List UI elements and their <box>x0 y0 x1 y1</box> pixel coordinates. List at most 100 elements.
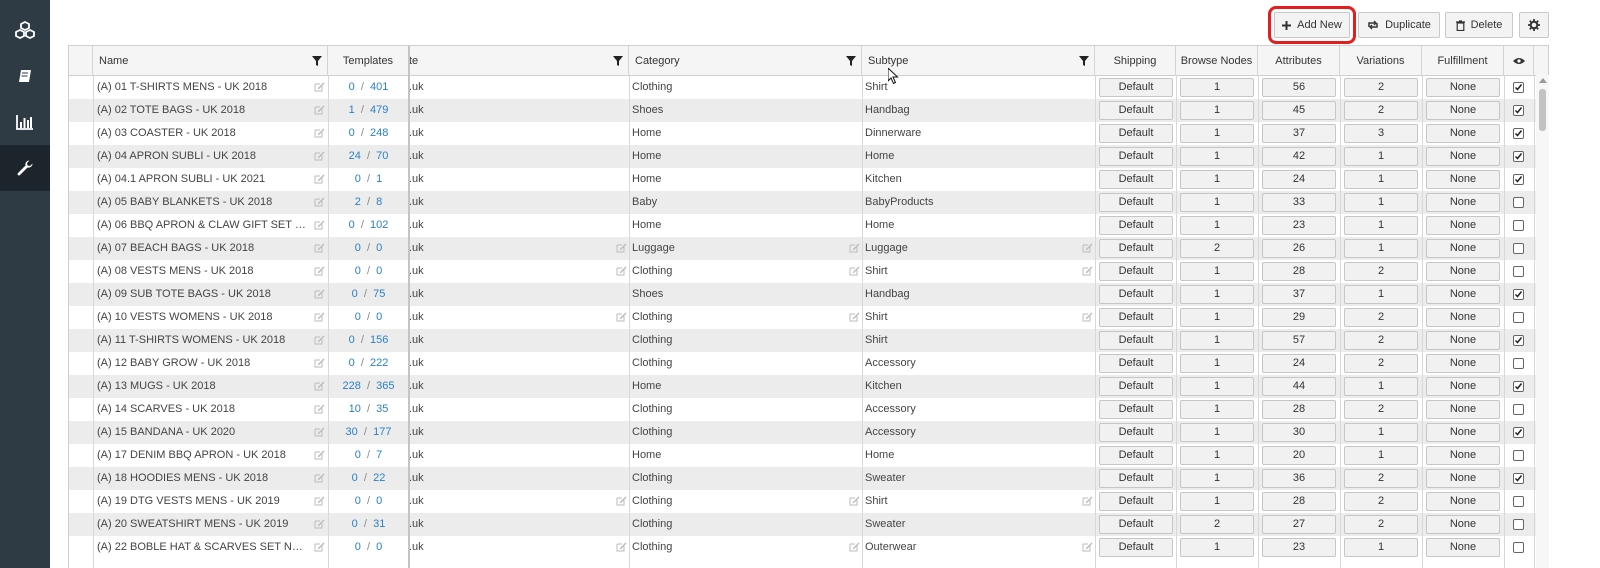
visible-checkbox[interactable] <box>1513 450 1524 461</box>
variations-button[interactable]: 1 <box>1344 285 1418 304</box>
table-row[interactable]: (A) 07 BEACH BAGS - UK 2018 0 / 0 .uk Lugga… <box>69 237 1548 260</box>
attributes-button[interactable]: 28 <box>1262 400 1336 419</box>
variations-button[interactable]: 2 <box>1344 308 1418 327</box>
visible-checkbox[interactable] <box>1513 519 1524 530</box>
edit-icon[interactable] <box>314 495 325 506</box>
header-variations[interactable]: Variations <box>1340 46 1422 76</box>
shipping-button[interactable]: Default <box>1099 515 1173 534</box>
templates-used-link[interactable]: 10 <box>349 403 361 415</box>
templates-total-link[interactable]: 35 <box>376 403 388 415</box>
visible-checkbox[interactable] <box>1513 404 1524 415</box>
edit-icon[interactable] <box>314 357 325 368</box>
table-row[interactable]: (A) 06 BBQ APRON & CLAW GIFT SET - UK ..… <box>69 214 1548 237</box>
templates-total-link[interactable]: 0 <box>376 311 382 323</box>
visible-checkbox[interactable] <box>1513 266 1524 277</box>
templates-total-link[interactable]: 31 <box>373 518 385 530</box>
edit-icon[interactable] <box>314 150 325 161</box>
attributes-button[interactable]: 56 <box>1262 78 1336 97</box>
visible-checkbox[interactable] <box>1513 128 1524 139</box>
browse-nodes-button[interactable]: 1 <box>1180 216 1254 235</box>
fulfillment-button[interactable]: None <box>1426 446 1500 465</box>
shipping-button[interactable]: Default <box>1099 262 1173 281</box>
variations-button[interactable]: 2 <box>1344 400 1418 419</box>
edit-icon[interactable] <box>314 541 325 552</box>
attributes-button[interactable]: 30 <box>1262 423 1336 442</box>
table-row[interactable]: (A) 11 T-SHIRTS WOMENS - UK 2018 0 / 156.… <box>69 329 1548 352</box>
templates-used-link[interactable]: 228 <box>343 380 361 392</box>
fulfillment-button[interactable]: None <box>1426 239 1500 258</box>
fulfillment-button[interactable]: None <box>1426 331 1500 350</box>
browse-nodes-button[interactable]: 1 <box>1180 262 1254 281</box>
variations-button[interactable]: 2 <box>1344 262 1418 281</box>
templates-total-link[interactable]: 0 <box>376 495 382 507</box>
browse-nodes-button[interactable]: 1 <box>1180 124 1254 143</box>
attributes-button[interactable]: 44 <box>1262 377 1336 396</box>
edit-icon[interactable] <box>1082 495 1093 506</box>
shipping-button[interactable]: Default <box>1099 446 1173 465</box>
fulfillment-button[interactable]: None <box>1426 101 1500 120</box>
browse-nodes-button[interactable]: 1 <box>1180 423 1254 442</box>
edit-icon[interactable] <box>1082 242 1093 253</box>
shipping-button[interactable]: Default <box>1099 285 1173 304</box>
attributes-button[interactable]: 37 <box>1262 285 1336 304</box>
fulfillment-button[interactable]: None <box>1426 308 1500 327</box>
edit-icon[interactable] <box>616 242 627 253</box>
edit-icon[interactable] <box>849 265 860 276</box>
edit-icon[interactable] <box>314 173 325 184</box>
visible-checkbox[interactable] <box>1513 151 1524 162</box>
shipping-button[interactable]: Default <box>1099 308 1173 327</box>
shipping-button[interactable]: Default <box>1099 331 1173 350</box>
shipping-button[interactable]: Default <box>1099 423 1173 442</box>
visible-checkbox[interactable] <box>1513 82 1524 93</box>
templates-total-link[interactable]: 156 <box>370 334 388 346</box>
edit-icon[interactable] <box>314 472 325 483</box>
browse-nodes-button[interactable]: 1 <box>1180 78 1254 97</box>
fulfillment-button[interactable]: None <box>1426 354 1500 373</box>
edit-icon[interactable] <box>314 242 325 253</box>
browse-nodes-button[interactable]: 2 <box>1180 515 1254 534</box>
browse-nodes-button[interactable]: 1 <box>1180 308 1254 327</box>
templates-total-link[interactable]: 401 <box>370 81 388 93</box>
templates-total-link[interactable]: 70 <box>376 150 388 162</box>
fulfillment-button[interactable]: None <box>1426 124 1500 143</box>
attributes-button[interactable]: 37 <box>1262 124 1336 143</box>
visible-checkbox[interactable] <box>1513 243 1524 254</box>
shipping-button[interactable]: Default <box>1099 538 1173 557</box>
edit-icon[interactable] <box>314 219 325 230</box>
edit-icon[interactable] <box>616 265 627 276</box>
browse-nodes-button[interactable]: 1 <box>1180 285 1254 304</box>
templates-total-link[interactable]: 7 <box>376 449 382 461</box>
shipping-button[interactable]: Default <box>1099 124 1173 143</box>
browse-nodes-button[interactable]: 1 <box>1180 469 1254 488</box>
edit-icon[interactable] <box>849 242 860 253</box>
fulfillment-button[interactable]: None <box>1426 377 1500 396</box>
header-attributes[interactable]: Attributes <box>1258 46 1340 76</box>
visible-checkbox[interactable] <box>1513 358 1524 369</box>
delete-button[interactable]: Delete <box>1445 12 1513 38</box>
edit-icon[interactable] <box>314 403 325 414</box>
attributes-button[interactable]: 42 <box>1262 147 1336 166</box>
fulfillment-button[interactable]: None <box>1426 515 1500 534</box>
edit-icon[interactable] <box>616 311 627 322</box>
variations-button[interactable]: 2 <box>1344 492 1418 511</box>
table-row[interactable]: (A) 04.1 APRON SUBLI - UK 2021 0 / 1 .uk Ho… <box>69 168 1548 191</box>
edit-icon[interactable] <box>314 104 325 115</box>
visible-checkbox[interactable] <box>1513 289 1524 300</box>
shipping-button[interactable]: Default <box>1099 147 1173 166</box>
shipping-button[interactable]: Default <box>1099 239 1173 258</box>
variations-button[interactable]: 2 <box>1344 354 1418 373</box>
table-row[interactable]: (A) 19 DTG VESTS MENS - UK 2019 0 / 0 .uk C… <box>69 490 1548 513</box>
variations-button[interactable]: 1 <box>1344 377 1418 396</box>
browse-nodes-button[interactable]: 1 <box>1180 492 1254 511</box>
visible-checkbox[interactable] <box>1513 427 1524 438</box>
filter-icon[interactable] <box>1079 56 1089 66</box>
table-row[interactable]: (A) 15 BANDANA - UK 2020 30 / 177 .uk Cloth… <box>69 421 1548 444</box>
attributes-button[interactable]: 33 <box>1262 193 1336 212</box>
fulfillment-button[interactable]: None <box>1426 216 1500 235</box>
shipping-button[interactable]: Default <box>1099 377 1173 396</box>
shipping-button[interactable]: Default <box>1099 400 1173 419</box>
attributes-button[interactable]: 26 <box>1262 239 1336 258</box>
attributes-button[interactable]: 36 <box>1262 469 1336 488</box>
scroll-up-arrow[interactable] <box>1539 78 1547 83</box>
fulfillment-button[interactable]: None <box>1426 469 1500 488</box>
